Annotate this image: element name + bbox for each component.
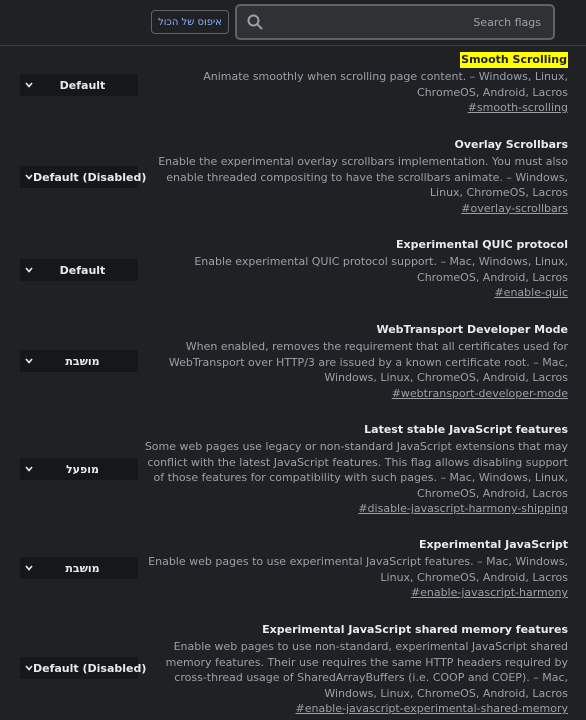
chevron-down-icon xyxy=(25,267,35,273)
experiment-text: Experimental QUIC protocol Enable experi… xyxy=(138,237,568,301)
experiment-select[interactable]: מושבת xyxy=(20,350,138,372)
experiment-description: When enabled, removes the requirement th… xyxy=(168,340,568,384)
experiment-select[interactable]: Default xyxy=(20,259,138,281)
experiment-link[interactable]: #smooth-scrolling xyxy=(138,100,568,116)
reset-all-button[interactable]: איפוס של הכול xyxy=(151,10,229,34)
experiment-link[interactable]: #enable-quic xyxy=(138,285,568,301)
experiment-link[interactable]: #overlay-scrollbars xyxy=(138,201,568,217)
experiment-link[interactable]: #webtransport-developer-mode xyxy=(138,386,568,402)
experiment-text: Latest stable JavaScript features Some w… xyxy=(138,422,568,517)
experiment-select-value: Default xyxy=(59,263,106,277)
experiment-description: Some web pages use legacy or non-standar… xyxy=(144,440,568,500)
experiment-link[interactable]: #enable-javascript-experimental-shared-m… xyxy=(138,701,569,717)
chevron-down-icon xyxy=(25,174,33,180)
chevron-down-icon xyxy=(25,466,35,472)
chevron-down-icon xyxy=(25,358,35,364)
experiment-description: Animate smoothly when scrolling page con… xyxy=(203,70,568,99)
experiment-title: WebTransport Developer Mode xyxy=(376,323,568,336)
experiment-text: Experimental JavaScript Enable web pages… xyxy=(138,537,568,601)
experiment-text: Experimental JavaScript shared memory fe… xyxy=(138,622,568,717)
experiment-select[interactable]: מופעל xyxy=(20,458,138,480)
experiment-select[interactable]: Default (Disabled) xyxy=(20,166,146,188)
experiment-select-value: מושבת xyxy=(65,561,100,575)
chevron-down-icon xyxy=(25,565,35,571)
experiment-link[interactable]: #disable-javascript-harmony-shipping xyxy=(138,501,568,517)
experiment-description: Enable web pages to use non-standard, ex… xyxy=(165,640,568,700)
search-icon xyxy=(245,12,265,32)
experiment-text: Smooth Scrolling Animate smoothly when s… xyxy=(138,52,568,116)
experiment-title: Experimental JavaScript shared memory fe… xyxy=(262,623,568,636)
experiment-title: Latest stable JavaScript features xyxy=(364,423,568,436)
experiment-select-value: מושבת xyxy=(65,354,100,368)
experiment-select-value: Default (Disabled) xyxy=(33,170,147,184)
experiment-title: Smooth Scrolling xyxy=(460,52,568,68)
experiment-description: Enable the experimental overlay scrollba… xyxy=(158,155,568,199)
experiment-description: Enable experimental QUIC protocol suppor… xyxy=(194,255,568,284)
experiment-text: Overlay Scrollbars Enable the experiment… xyxy=(138,137,568,216)
experiment-title: Overlay Scrollbars xyxy=(454,138,569,151)
experiment-select[interactable]: Default xyxy=(20,74,138,96)
chevron-down-icon xyxy=(25,665,33,671)
experiment-text: WebTransport Developer Mode When enabled… xyxy=(138,322,568,401)
chevron-down-icon xyxy=(25,82,35,88)
experiment-link[interactable]: #enable-javascript-harmony xyxy=(138,585,568,601)
experiment-select-value: Default xyxy=(59,78,106,92)
experiment-title: Experimental JavaScript xyxy=(418,538,568,551)
experiment-title: Experimental QUIC protocol xyxy=(396,238,568,251)
experiment-description: Enable web pages to use experimental Jav… xyxy=(148,555,568,584)
search-input[interactable] xyxy=(265,6,553,38)
search-box[interactable] xyxy=(235,4,555,40)
experiment-select[interactable]: מושבת xyxy=(20,557,138,579)
experiment-select-value: מופעל xyxy=(66,462,99,476)
experiment-select-value: Default (Disabled) xyxy=(33,661,147,675)
experiment-select[interactable]: Default (Disabled) xyxy=(20,657,146,679)
flags-header: איפוס של הכול xyxy=(0,0,586,46)
